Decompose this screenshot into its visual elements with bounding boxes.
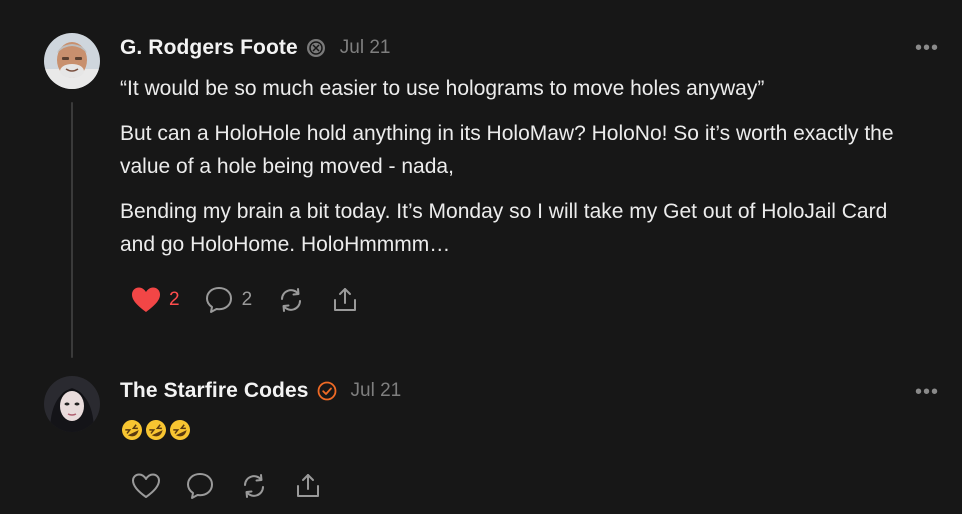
post-actions: 2 2	[131, 285, 384, 315]
author-name[interactable]: G. Rodgers Foote	[120, 36, 298, 60]
like-button[interactable]: 2	[131, 286, 180, 314]
share-icon	[293, 471, 323, 501]
rofl-emoji	[122, 420, 190, 440]
post-date[interactable]: Jul 21	[340, 37, 391, 59]
share-button[interactable]	[293, 471, 323, 501]
repost-icon	[239, 471, 269, 501]
post-actions	[131, 471, 347, 501]
post-paragraph: Bending my brain a bit today. It’s Monda…	[120, 200, 888, 256]
comment-icon	[185, 471, 215, 501]
post-date[interactable]: Jul 21	[351, 380, 402, 402]
comment-icon	[204, 285, 234, 315]
post-paragraph: But can a HoloHole hold anything in its …	[120, 122, 894, 178]
repost-icon	[276, 285, 306, 315]
verified-badge-icon	[317, 381, 337, 401]
repost-button[interactable]	[276, 285, 306, 315]
post-body-emoji: 🤣🤣🤣	[120, 418, 192, 442]
comment-button[interactable]	[185, 471, 215, 501]
share-button[interactable]	[330, 285, 360, 315]
more-icon[interactable]: •••	[915, 38, 939, 58]
post-body: “It would be so much easier to use holog…	[120, 72, 920, 261]
share-icon	[330, 285, 360, 315]
comment-count: 2	[241, 289, 253, 310]
thread-line	[71, 102, 73, 358]
more-icon[interactable]: •••	[915, 382, 939, 402]
author-name[interactable]: The Starfire Codes	[120, 379, 309, 403]
like-count: 2	[169, 289, 180, 310]
avatar-the-starfire-codes[interactable]	[44, 376, 100, 432]
like-button[interactable]	[131, 472, 161, 500]
comment-button[interactable]: 2	[204, 285, 253, 315]
post-paragraph: “It would be so much easier to use holog…	[120, 77, 765, 100]
avatar-g-rodgers-foote[interactable]	[44, 33, 100, 89]
repost-button[interactable]	[239, 471, 269, 501]
heart-icon	[131, 472, 161, 500]
post-header: The Starfire Codes Jul 21	[120, 379, 401, 403]
verified-badge-icon	[306, 38, 326, 58]
post-header: G. Rodgers Foote Jul 21	[120, 36, 390, 60]
heart-icon	[131, 286, 161, 314]
